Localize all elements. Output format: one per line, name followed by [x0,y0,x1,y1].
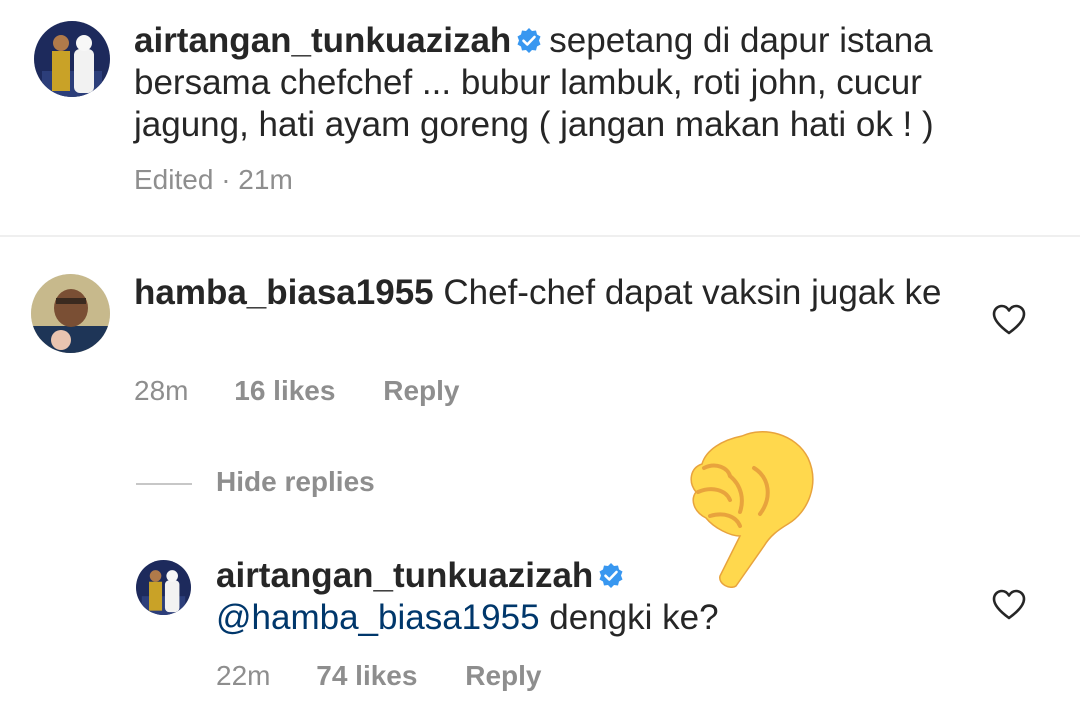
reply-time: 22m [216,660,271,691]
comment-username[interactable]: hamba_biasa1955 [134,273,434,312]
verified-badge-icon [515,23,543,53]
post-time: 21m [238,164,293,195]
avatar-image [136,560,191,615]
comment-text: Chef-chef dapat vaksin jugak ke [443,273,942,312]
edited-label: Edited [134,164,214,195]
reply-username[interactable]: airtangan_tunkuazizah [216,556,593,595]
comment-like-button[interactable] [992,304,1026,341]
heart-icon [992,589,1026,620]
comment-likes[interactable]: 16 likes [234,375,335,406]
comment-reply-button[interactable]: Reply [383,375,459,406]
reply-avatar[interactable] [136,560,191,615]
comment-body: hamba_biasa1955 Chef-chef dapat vaksin j… [134,272,954,314]
comment-avatar[interactable] [31,274,110,353]
hide-replies-button[interactable]: Hide replies [216,466,375,498]
comment-meta: 28m 16 likes Reply [134,375,459,407]
meta-separator: · [221,164,231,195]
reply-mention-link[interactable]: @hamba_biasa1955 [216,598,540,637]
verified-badge-icon [597,558,625,588]
post-meta: Edited · 21m [134,164,293,196]
post-username[interactable]: airtangan_tunkuazizah [134,21,511,60]
avatar-image [34,21,110,97]
post-caption: airtangan_tunkuazizah sepetang di dapur i… [134,20,1014,146]
heart-icon [992,304,1026,335]
reply-likes[interactable]: 74 likes [316,660,417,691]
reply-reply-button[interactable]: Reply [465,660,541,691]
avatar-image [31,274,110,353]
post-avatar[interactable] [34,21,110,97]
reply-body: airtangan_tunkuazizah @hamba_biasa1955 d… [216,555,956,639]
reply-like-button[interactable] [992,589,1026,626]
hide-replies-line [136,483,192,485]
reply-meta: 22m 74 likes Reply [216,660,541,692]
comment-time: 28m [134,375,189,406]
divider [0,235,1080,237]
reply-text: dengki ke? [549,598,719,637]
